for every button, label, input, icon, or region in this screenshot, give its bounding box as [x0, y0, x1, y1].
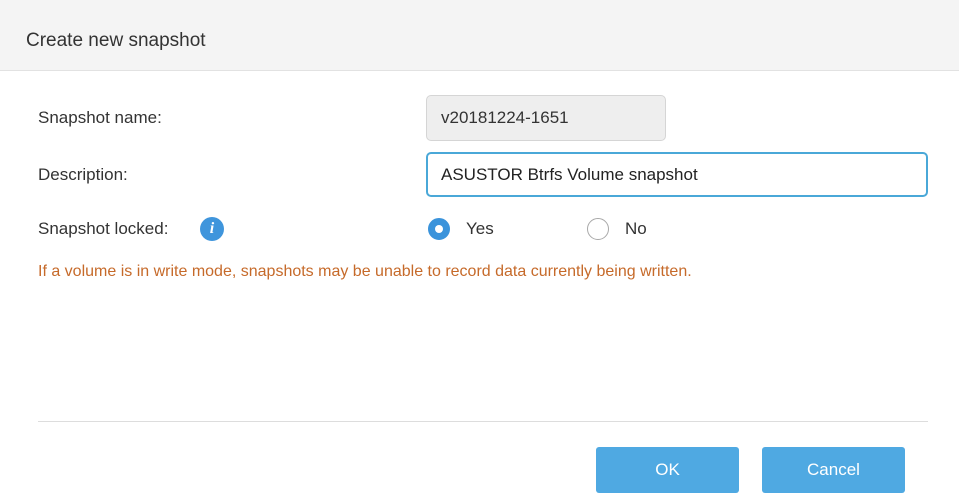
description-label: Description:	[38, 165, 128, 184]
footer-divider	[38, 421, 928, 422]
snapshot-name-field: v20181224-1651	[426, 95, 666, 141]
write-mode-warning: If a volume is in write mode, snapshots …	[38, 263, 692, 280]
ok-button[interactable]: OK	[596, 447, 739, 493]
create-snapshot-dialog: Create new snapshot Snapshot name: v2018…	[0, 0, 959, 501]
info-icon[interactable]: i	[200, 217, 224, 241]
locked-yes-radio[interactable]	[428, 218, 450, 240]
snapshot-name-label: Snapshot name:	[38, 108, 162, 127]
locked-no-radio[interactable]	[587, 218, 609, 240]
snapshot-locked-label: Snapshot locked:	[38, 219, 169, 238]
dialog-title: Create new snapshot	[26, 30, 206, 51]
locked-yes-label[interactable]: Yes	[466, 219, 494, 239]
cancel-button[interactable]: Cancel	[762, 447, 905, 493]
locked-no-label[interactable]: No	[625, 219, 647, 239]
description-input[interactable]	[426, 152, 928, 197]
dialog-title-bar: Create new snapshot	[0, 0, 959, 71]
